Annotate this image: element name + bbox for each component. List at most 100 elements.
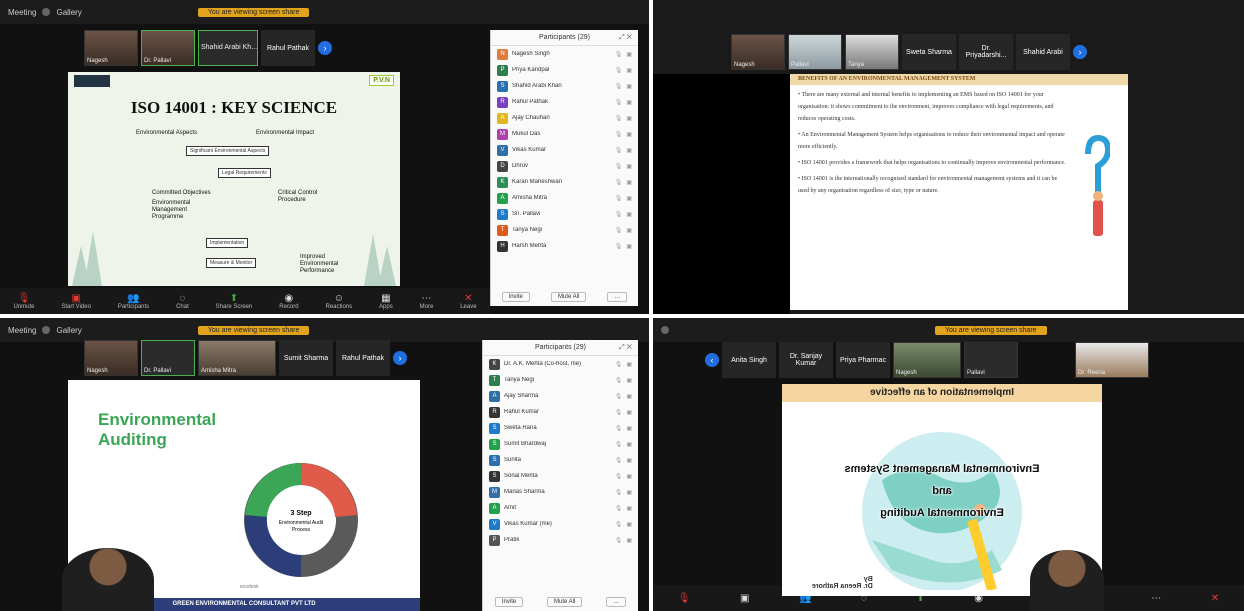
participant-row[interactable]: R Rahul Kumar 🎙 ▣ [483,404,638,420]
video-camera-icon[interactable]: ▣ [626,441,632,448]
screen-share-banner[interactable]: You are viewing screen share [197,325,310,335]
video-camera-icon[interactable]: ▣ [626,115,632,122]
participant-row[interactable]: T Tanya Negi 🎙 ▣ [491,222,638,238]
video-tile[interactable]: Pallavi [788,34,842,70]
prev-page-icon[interactable]: ‹ [705,353,719,367]
video-camera-icon[interactable]: ▣ [626,51,632,58]
participants-button[interactable]: 👥 Participants [118,293,149,310]
participant-row[interactable]: A Amisha Mitra 🎙 ▣ [491,190,638,206]
microphone-icon[interactable]: 🎙 [615,99,623,106]
microphone-icon[interactable]: 🎙 [615,179,623,186]
microphone-icon[interactable]: 🎙 [615,489,623,496]
view-label[interactable]: Gallery [56,326,81,335]
microphone-icon[interactable]: 🎙 [615,83,623,90]
microphone-icon[interactable]: 🎙 [615,211,623,218]
video-camera-icon[interactable]: ▣ [626,521,632,528]
microphone-icon[interactable]: 🎙 [615,521,623,528]
name-tile[interactable]: Dr. Priyadarshi... [959,34,1013,70]
participant-row[interactable]: P Pratik 🎙 ▣ [483,532,638,548]
video-camera-icon[interactable]: ▣ [626,163,632,170]
more-button[interactable]: ⋯ [1151,593,1161,604]
more-button[interactable]: … [607,292,628,302]
video-camera-icon[interactable]: ▣ [626,211,632,218]
video-camera-icon[interactable]: ▣ [626,361,632,368]
video-tile[interactable]: Dr. Pallavi [141,340,195,376]
video-camera-icon[interactable]: ▣ [626,409,632,416]
participant-row[interactable]: R Rahul Pathak 🎙 ▣ [491,94,638,110]
video-camera-icon[interactable]: ▣ [626,425,632,432]
video-tile[interactable]: Nagesh [731,34,785,70]
microphone-icon[interactable]: 🎙 [615,115,623,122]
video-camera-icon[interactable]: ▣ [626,179,632,186]
video-tile[interactable]: Dr. Reena [1075,342,1149,378]
start-video-button[interactable]: ▣ Start Video [61,293,91,310]
name-tile[interactable]: Sweta Sharma [902,34,956,70]
participant-row[interactable]: A Ajay Chauhan 🎙 ▣ [491,110,638,126]
microphone-icon[interactable]: 🎙 [615,147,623,154]
video-camera-icon[interactable]: ▣ [626,227,632,234]
video-camera-icon[interactable]: ▣ [626,473,632,480]
chat-button[interactable]: ◌ Chat [176,293,189,310]
video-tile[interactable]: Amisha Mitra [198,340,276,376]
participant-row[interactable]: S Sweta Rana 🎙 ▣ [483,420,638,436]
participant-row[interactable]: M Manas Sharma 🎙 ▣ [483,484,638,500]
invite-button[interactable]: Invite [494,597,524,607]
start-video-button[interactable]: ▣ [740,593,749,604]
video-camera-icon[interactable]: ▣ [626,131,632,138]
microphone-icon[interactable]: 🎙 [615,457,623,464]
participant-row[interactable]: A Amit 🎙 ▣ [483,500,638,516]
video-camera-icon[interactable]: ▣ [626,393,632,400]
participant-row[interactable]: V Vikas Kumar (me) 🎙 ▣ [483,516,638,532]
microphone-icon[interactable]: 🎙 [615,227,623,234]
name-tile[interactable]: Rahul Pathak [336,340,390,376]
name-tile[interactable]: Shahid Arabi [1016,34,1070,70]
unmute-button[interactable]: 🎙 Unmute [13,293,34,310]
next-page-icon[interactable]: › [1073,45,1087,59]
microphone-icon[interactable]: 🎙 [615,131,623,138]
next-page-icon[interactable]: › [393,351,407,365]
video-camera-icon[interactable]: ▣ [626,505,632,512]
microphone-icon[interactable]: 🎙 [615,409,623,416]
video-tile[interactable]: Pallavi [964,342,1018,378]
microphone-icon[interactable]: 🎙 [615,163,623,170]
microphone-icon[interactable]: 🎙 [615,393,623,400]
share-screen-button[interactable]: ⬆ Share Screen [216,293,253,310]
video-camera-icon[interactable]: ▣ [626,67,632,74]
microphone-icon[interactable]: 🎙 [615,51,623,58]
participant-row[interactable]: H Harsh Mehta 🎙 ▣ [491,238,638,254]
participant-row[interactable]: D Dhruv 🎙 ▣ [491,158,638,174]
reactions-button[interactable]: ☺ Reactions [325,293,352,310]
more-button[interactable]: … [606,597,627,607]
record-button[interactable]: ◉ Record [279,293,298,310]
video-tile[interactable]: Dr. Pallavi [141,30,195,66]
name-tile[interactable]: Sumit Sharma [279,340,333,376]
video-camera-icon[interactable]: ▣ [626,489,632,496]
name-tile[interactable]: Priya Pharmac [836,342,890,378]
video-camera-icon[interactable]: ▣ [626,83,632,90]
participant-row[interactable]: S Sn. Pallavi 🎙 ▣ [491,206,638,222]
apps-button[interactable]: ▦ Apps [379,293,393,310]
microphone-icon[interactable]: 🎙 [615,243,623,250]
video-camera-icon[interactable]: ▣ [626,243,632,250]
video-tile[interactable]: Nagesh [84,340,138,376]
microphone-icon[interactable]: 🎙 [615,67,623,74]
mute-all-button[interactable]: Mute All [550,292,587,302]
screen-share-banner[interactable]: You are viewing screen share [935,325,1047,335]
participant-row[interactable]: A Ajay Sharma 🎙 ▣ [483,388,638,404]
video-camera-icon[interactable]: ▣ [626,195,632,202]
participant-row[interactable]: V Vikas Kumar 🎙 ▣ [491,142,638,158]
next-page-icon[interactable]: › [318,41,332,55]
microphone-icon[interactable]: 🎙 [615,361,623,368]
microphone-icon[interactable]: 🎙 [615,425,623,432]
screen-share-banner[interactable]: You are viewing screen share [197,7,310,17]
unmute-button[interactable]: 🎙 [678,593,691,604]
name-tile[interactable]: Anita Singh [722,342,776,378]
participant-row[interactable]: N Nagesh Singh 🎙 ▣ [491,46,638,62]
microphone-icon[interactable]: 🎙 [615,505,623,512]
microphone-icon[interactable]: 🎙 [615,537,623,544]
name-tile[interactable]: Rahul Pathak [261,30,315,66]
close-icon[interactable]: ⤢ ✕ [619,34,632,42]
video-camera-icon[interactable]: ▣ [626,147,632,154]
video-tile[interactable]: Tanya [845,34,899,70]
participant-row[interactable]: S Sonal Mehta 🎙 ▣ [483,468,638,484]
